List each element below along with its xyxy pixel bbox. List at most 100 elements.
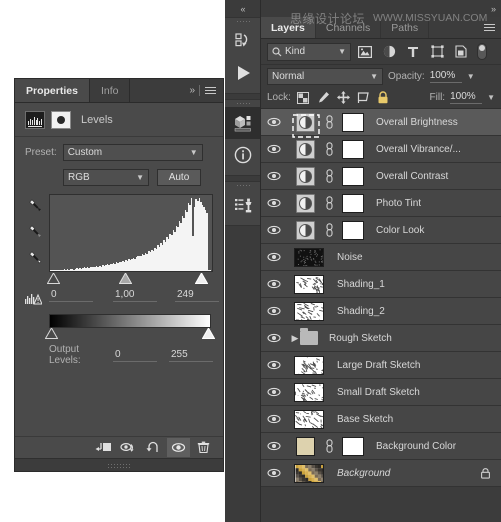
table-row[interactable]: Color Look (261, 217, 501, 244)
layer-adjustment-thumbnail[interactable] (287, 221, 323, 240)
layer-visibility-toggle[interactable] (261, 306, 287, 316)
layer-adjustment-thumbnail[interactable] (287, 113, 323, 132)
layer-visibility-toggle[interactable] (261, 468, 287, 478)
highlight-input-value[interactable]: 249 (175, 289, 219, 302)
tab-layers[interactable]: Layers (261, 17, 316, 38)
dock-grip[interactable] (225, 100, 260, 107)
layer-color-thumbnail[interactable] (287, 437, 323, 456)
table-row[interactable]: Background (261, 460, 501, 487)
info-icon[interactable] (225, 139, 260, 171)
lock-position-icon[interactable] (336, 90, 351, 105)
layer-name[interactable]: Overall Contrast (370, 171, 493, 182)
output-white-value[interactable]: 255 (169, 349, 213, 362)
collapse-panels-icon[interactable]: « (225, 0, 260, 17)
layer-name[interactable]: Rough Sketch (323, 333, 493, 344)
layer-name[interactable]: Noise (331, 252, 493, 263)
lock-image-pixels-icon[interactable] (316, 90, 331, 105)
layer-name[interactable]: Shading_2 (331, 306, 493, 317)
layer-adjustment-thumbnail[interactable] (287, 167, 323, 186)
table-row[interactable]: Overall Brightness (261, 109, 501, 136)
set-gray-point-eyedropper[interactable] (27, 224, 49, 243)
layer-adjustment-thumbnail[interactable] (287, 194, 323, 213)
dock-grip[interactable] (225, 18, 260, 25)
layer-visibility-toggle[interactable] (261, 117, 287, 127)
chevron-right-icon[interactable]: ▶ (292, 333, 299, 344)
histogram-display[interactable] (49, 194, 213, 272)
view-previous-state-button[interactable] (117, 438, 140, 457)
filter-adjustment-icon[interactable] (379, 42, 399, 62)
filter-smart-object-icon[interactable] (451, 42, 471, 62)
layer-visibility-toggle[interactable] (261, 441, 287, 451)
auto-button[interactable]: Auto (157, 169, 201, 186)
layer-thumbnail[interactable] (287, 302, 331, 321)
layer-visibility-toggle[interactable] (261, 279, 287, 289)
midtone-input-value[interactable]: 1,00 (113, 289, 157, 302)
layer-visibility-toggle[interactable] (261, 387, 287, 397)
channel-select[interactable]: RGB ▼ (63, 169, 149, 186)
layer-mask-thumbnail[interactable] (336, 167, 370, 186)
layer-name[interactable]: Shading_1 (331, 279, 493, 290)
layer-mask-thumbnail[interactable] (336, 194, 370, 213)
history-actions-icon[interactable] (225, 25, 260, 57)
layer-thumbnail[interactable] (287, 464, 331, 483)
properties-resize-grip[interactable] (15, 458, 223, 471)
layer-name[interactable]: Color Look (370, 225, 493, 236)
clone-source-icon[interactable] (225, 189, 260, 221)
layer-mask-thumbnail[interactable] (336, 437, 370, 456)
layer-name[interactable]: Background Color (370, 441, 493, 452)
table-row[interactable]: Shading_1 (261, 271, 501, 298)
table-row[interactable]: Large Draft Sketch (261, 352, 501, 379)
layer-mask-thumbnail[interactable] (51, 111, 71, 129)
layer-mask-thumbnail[interactable] (336, 113, 370, 132)
table-row[interactable]: Shading_2 (261, 298, 501, 325)
tab-info[interactable]: Info (90, 79, 131, 102)
clip-to-layer-button[interactable] (92, 438, 115, 457)
layer-thumbnail[interactable] (287, 410, 331, 429)
layer-name[interactable]: Overall Brightness (370, 117, 493, 128)
filter-pixel-icon[interactable] (355, 42, 375, 62)
table-row[interactable]: Photo Tint (261, 190, 501, 217)
play-button-icon[interactable] (225, 57, 260, 89)
layer-visibility-toggle[interactable] (261, 360, 287, 370)
midtone-input-slider[interactable] (119, 273, 132, 284)
layer-mask-link-icon[interactable] (323, 223, 336, 237)
layer-adjustment-thumbnail[interactable] (287, 140, 323, 159)
layer-thumbnail[interactable] (287, 248, 331, 267)
layer-visibility-toggle[interactable] (261, 144, 287, 154)
chevron-down-icon[interactable]: ▼ (467, 72, 475, 81)
reset-adjustment-button[interactable] (142, 438, 165, 457)
tab-paths[interactable]: Paths (381, 17, 429, 38)
layer-visibility-toggle[interactable] (261, 333, 287, 343)
layer-name[interactable]: Photo Tint (370, 198, 493, 209)
delete-adjustment-layer-button[interactable] (192, 438, 215, 457)
layer-visibility-toggle[interactable] (261, 171, 287, 181)
layer-visibility-toggle[interactable] (261, 225, 287, 235)
histogram-refresh-icon[interactable] (25, 293, 42, 306)
layer-group-thumbnail[interactable]: ▶ (287, 331, 323, 345)
lock-artboard-nesting-icon[interactable] (356, 90, 371, 105)
lock-all-icon[interactable] (376, 90, 391, 105)
set-black-point-eyedropper[interactable] (27, 198, 49, 217)
highlight-input-slider[interactable] (195, 273, 208, 284)
mini-bridge-icon[interactable] (225, 107, 260, 139)
filter-enable-toggle[interactable] (477, 43, 487, 60)
layer-list[interactable]: Overall Brightness Overall Vibrance/... Ov… (261, 109, 501, 522)
layer-mask-link-icon[interactable] (323, 439, 336, 453)
table-row[interactable]: Overall Contrast (261, 163, 501, 190)
layer-mask-link-icon[interactable] (323, 196, 336, 210)
layer-visibility-toggle[interactable] (261, 252, 287, 262)
layer-name[interactable]: Base Sketch (331, 414, 493, 425)
table-row[interactable]: Small Draft Sketch (261, 379, 501, 406)
panel-menu-icon[interactable] (484, 22, 495, 33)
preset-select[interactable]: Custom ▼ (63, 144, 203, 161)
layer-mask-thumbnail[interactable] (336, 140, 370, 159)
layer-thumbnail[interactable] (287, 383, 331, 402)
tab-channels[interactable]: Channels (316, 17, 381, 38)
expand-chevrons-icon[interactable]: » (189, 85, 194, 96)
lock-transparent-pixels-icon[interactable] (296, 90, 311, 105)
output-black-slider[interactable] (45, 328, 58, 339)
layer-thumbnail[interactable] (287, 275, 331, 294)
layer-mask-link-icon[interactable] (323, 115, 336, 129)
table-row[interactable]: Background Color (261, 433, 501, 460)
output-white-slider[interactable] (202, 328, 215, 339)
